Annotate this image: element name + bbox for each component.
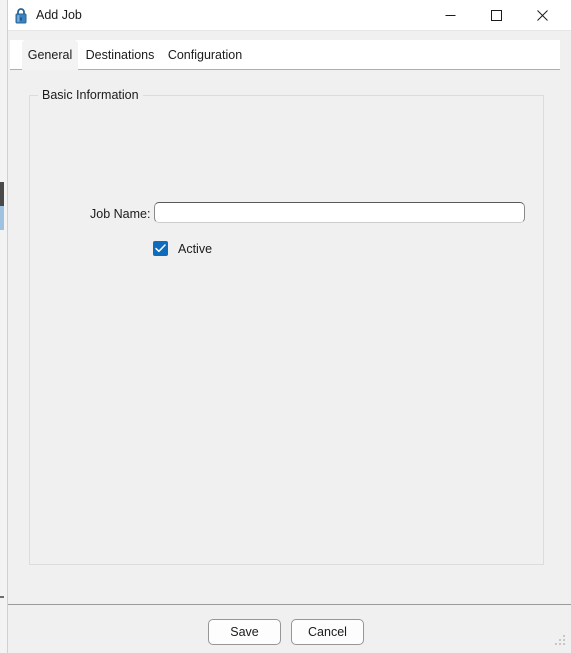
tab-destinations[interactable]: Destinations: [80, 40, 160, 70]
maximize-icon: [491, 10, 502, 21]
job-name-input[interactable]: [154, 202, 525, 223]
active-checkbox[interactable]: [153, 241, 168, 256]
minimize-button[interactable]: [428, 0, 473, 31]
lock-icon: [13, 7, 29, 24]
background-window-dark-segment: [0, 182, 4, 206]
add-job-dialog: Add Job General Destinations Configurati…: [7, 0, 571, 653]
footer-bar: Save Cancel: [8, 605, 571, 653]
maximize-button[interactable]: [474, 0, 519, 31]
minimize-icon: [445, 10, 456, 21]
active-checkbox-row[interactable]: Active: [153, 240, 212, 257]
resize-grip[interactable]: [554, 634, 567, 647]
close-icon: [537, 10, 548, 21]
basic-information-group: [29, 95, 544, 565]
save-button[interactable]: Save: [208, 619, 281, 645]
general-tab-panel: Basic Information Job Name: Active: [8, 70, 571, 597]
job-name-label: Job Name:: [90, 207, 151, 221]
tab-configuration[interactable]: Configuration: [162, 40, 248, 70]
window-title: Add Job: [36, 8, 82, 22]
title-bar[interactable]: Add Job: [8, 0, 571, 31]
tab-general[interactable]: General: [22, 40, 78, 70]
cancel-button[interactable]: Cancel: [291, 619, 364, 645]
close-button[interactable]: [520, 0, 565, 31]
active-checkbox-label: Active: [178, 241, 213, 256]
background-window-blue-segment: [0, 206, 4, 230]
tab-destinations-label: Destinations: [85, 48, 155, 62]
selected-tab-connector: [22, 69, 74, 70]
basic-information-legend: Basic Information: [38, 87, 143, 103]
tab-configuration-label: Configuration: [167, 48, 243, 62]
tab-strip: General Destinations Configuration: [10, 40, 560, 70]
tab-general-label: General: [27, 47, 73, 62]
background-window-bottom-segment: [0, 596, 4, 598]
